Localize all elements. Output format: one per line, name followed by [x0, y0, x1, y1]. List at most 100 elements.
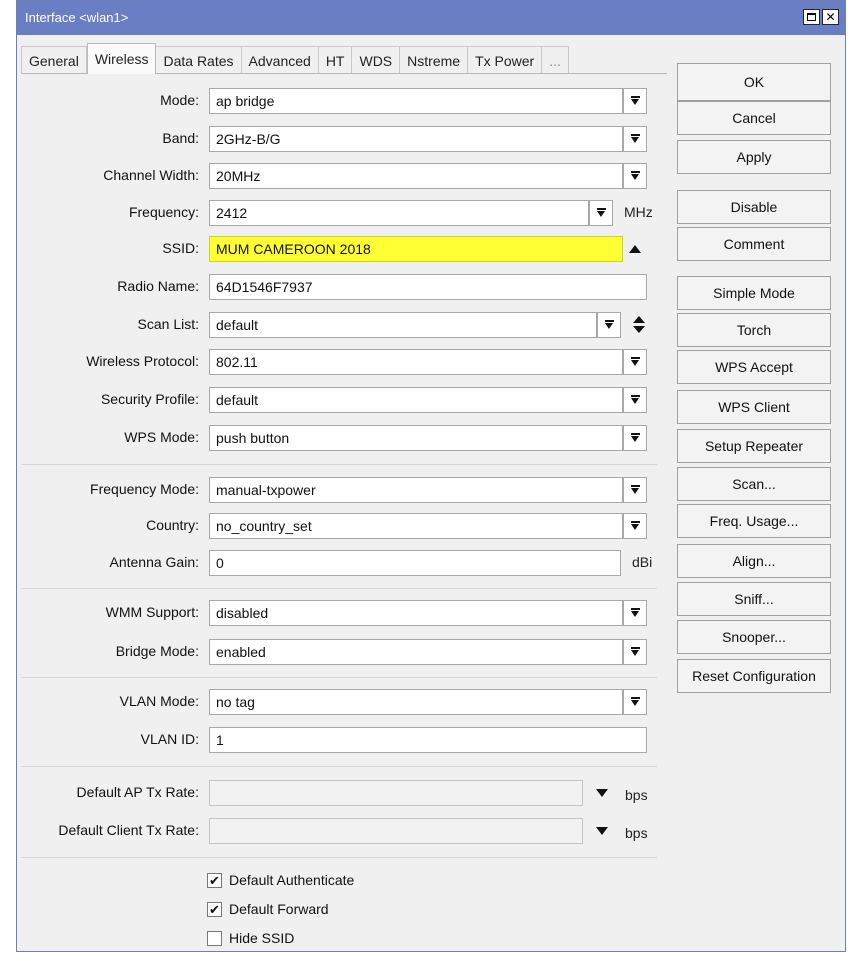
default-forward-checkbox[interactable]: ✔ Default Forward	[207, 898, 329, 920]
ok-button[interactable]: OK	[677, 63, 831, 101]
tab-wireless[interactable]: Wireless	[86, 43, 157, 74]
disable-button[interactable]: Disable	[677, 190, 831, 224]
divider	[21, 677, 657, 678]
comment-button[interactable]: Comment	[677, 227, 831, 261]
checkbox-box[interactable]	[207, 930, 222, 946]
checkbox-box[interactable]: ✔	[207, 901, 222, 917]
vlan-mode-dropdown-button[interactable]	[623, 689, 647, 715]
torch-button[interactable]: Torch	[677, 313, 831, 347]
wireless-protocol-select[interactable]: 802.11	[209, 349, 623, 375]
reset-configuration-button[interactable]: Reset Configuration	[677, 659, 831, 693]
vlan-mode-select[interactable]: no tag	[209, 689, 623, 715]
dropdown-icon	[630, 134, 640, 144]
collapse-arrow-icon[interactable]	[629, 245, 641, 253]
tab-ht[interactable]: HT	[318, 46, 353, 74]
radio-name-label: Radio Name:	[117, 278, 199, 294]
frequency-select[interactable]: 2412	[209, 200, 589, 226]
simple-mode-button[interactable]: Simple Mode	[677, 276, 831, 310]
hide-ssid-checkbox[interactable]: Hide SSID	[207, 927, 294, 949]
tab-bar: General Wireless Data Rates Advanced HT …	[21, 43, 569, 74]
mode-label: Mode:	[160, 92, 199, 108]
maximize-icon	[807, 13, 816, 21]
band-dropdown-button[interactable]	[623, 126, 647, 152]
mode-dropdown-button[interactable]	[623, 88, 647, 114]
wps-mode-dropdown-button[interactable]	[623, 425, 647, 451]
cancel-button[interactable]: Cancel	[677, 101, 831, 135]
scan-list-select[interactable]: default	[209, 312, 597, 338]
antenna-gain-input[interactable]: 0	[209, 550, 621, 576]
wps-client-button[interactable]: WPS Client	[677, 390, 831, 424]
antenna-gain-unit: dBi	[632, 554, 653, 570]
title-bar[interactable]: Interface <wlan1> ✕	[17, 1, 845, 35]
up-down-arrows-icon[interactable]	[633, 316, 645, 334]
security-profile-select[interactable]: default	[209, 387, 623, 413]
close-button[interactable]: ✕	[822, 9, 839, 25]
frequency-mode-select[interactable]: manual-txpower	[209, 477, 623, 503]
antenna-gain-row: Antenna Gain: 0 dBi	[21, 550, 661, 576]
wmm-support-dropdown-button[interactable]	[623, 600, 647, 626]
sniff-button[interactable]: Sniff...	[677, 582, 831, 616]
default-ap-tx-rate-input[interactable]	[209, 780, 583, 806]
band-label: Band:	[162, 130, 199, 146]
radio-name-input[interactable]: 64D1546F7937	[209, 274, 647, 300]
bridge-mode-select[interactable]: enabled	[209, 639, 623, 665]
channel-width-dropdown-button[interactable]	[623, 163, 647, 189]
frequency-dropdown-button[interactable]	[589, 200, 613, 226]
wps-accept-button[interactable]: WPS Accept	[677, 350, 831, 384]
band-select[interactable]: 2GHz-B/G	[209, 126, 623, 152]
scan-list-dropdown-button[interactable]	[597, 312, 621, 338]
country-dropdown-button[interactable]	[623, 513, 647, 539]
security-profile-dropdown-button[interactable]	[623, 387, 647, 413]
tab-nstreme[interactable]: Nstreme	[400, 46, 469, 74]
frequency-mode-dropdown-button[interactable]	[623, 477, 647, 503]
channel-width-select[interactable]: 20MHz	[209, 163, 623, 189]
dropdown-arrow-icon[interactable]	[596, 827, 608, 835]
default-client-tx-rate-row: Default Client Tx Rate: bps	[21, 818, 661, 844]
vlan-id-input[interactable]: 1	[209, 727, 647, 753]
dropdown-icon	[630, 608, 640, 618]
vlan-mode-label: VLAN Mode:	[119, 693, 199, 709]
bridge-mode-dropdown-button[interactable]	[623, 639, 647, 665]
dropdown-icon	[604, 320, 614, 330]
scan-list-row: Scan List: default	[21, 312, 661, 338]
wireless-protocol-dropdown-button[interactable]	[623, 349, 647, 375]
tab-advanced[interactable]: Advanced	[241, 46, 319, 74]
default-authenticate-checkbox[interactable]: ✔ Default Authenticate	[207, 869, 354, 891]
default-client-tx-rate-input[interactable]	[209, 818, 583, 844]
vlan-id-row: VLAN ID: 1	[21, 727, 661, 753]
scan-list-label: Scan List:	[137, 316, 199, 332]
frequency-label: Frequency:	[128, 204, 199, 220]
window-title: Interface <wlan1>	[25, 10, 129, 25]
dropdown-arrow-icon[interactable]	[596, 789, 608, 797]
checkbox-box[interactable]: ✔	[207, 872, 222, 888]
mode-select[interactable]: ap bridge	[209, 88, 623, 114]
ssid-input[interactable]: MUM CAMEROON 2018	[209, 236, 623, 262]
vlan-mode-row: VLAN Mode: no tag	[21, 689, 661, 715]
wps-mode-select[interactable]: push button	[209, 425, 623, 451]
align-button[interactable]: Align...	[677, 544, 831, 578]
dropdown-icon	[630, 96, 640, 106]
tab-data-rates[interactable]: Data Rates	[156, 46, 242, 74]
wmm-support-row: WMM Support: disabled	[21, 600, 661, 626]
wireless-protocol-row: Wireless Protocol: 802.11	[21, 349, 661, 375]
tab-general[interactable]: General	[21, 46, 87, 74]
interface-window: Interface <wlan1> ✕ General Wireless Dat…	[16, 0, 846, 952]
dropdown-icon	[630, 395, 640, 405]
freq-usage-button[interactable]: Freq. Usage...	[677, 504, 831, 538]
tab-more[interactable]: ...	[542, 46, 569, 74]
checkbox-label: Default Forward	[229, 901, 329, 917]
wps-mode-row: WPS Mode: push button	[21, 425, 661, 451]
country-select[interactable]: no_country_set	[209, 513, 623, 539]
wmm-support-label: WMM Support:	[105, 604, 199, 620]
tab-tx-power[interactable]: Tx Power	[468, 46, 543, 74]
bridge-mode-row: Bridge Mode: enabled	[21, 639, 661, 665]
setup-repeater-button[interactable]: Setup Repeater	[677, 429, 831, 463]
wmm-support-select[interactable]: disabled	[209, 600, 623, 626]
divider	[21, 766, 657, 767]
apply-button[interactable]: Apply	[677, 140, 831, 174]
snooper-button[interactable]: Snooper...	[677, 620, 831, 654]
maximize-button[interactable]	[803, 9, 820, 25]
tab-wds[interactable]: WDS	[352, 46, 401, 74]
scan-button[interactable]: Scan...	[677, 467, 831, 501]
dropdown-icon	[630, 521, 640, 531]
